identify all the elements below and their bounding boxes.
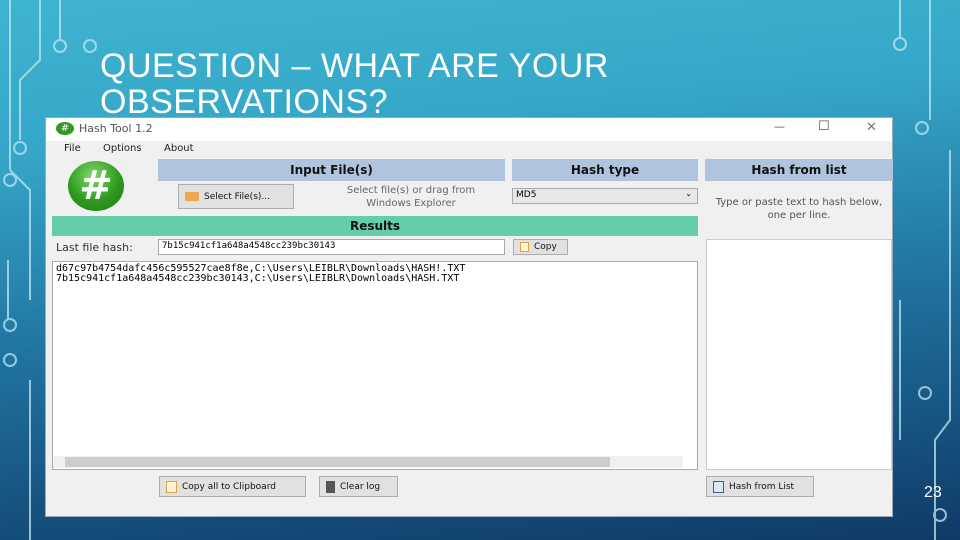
horizontal-scrollbar[interactable]: [53, 456, 683, 468]
list-icon: [713, 480, 724, 493]
input-hint: Select file(s) or drag from Windows Expl…: [346, 185, 476, 209]
close-button[interactable]: ✕: [866, 120, 877, 135]
menu-options[interactable]: Options: [103, 143, 142, 154]
clipboard-icon: [520, 242, 529, 252]
hash-type-header: Hash type: [512, 159, 698, 181]
folder-icon: [185, 192, 199, 201]
results-log[interactable]: d67c97b4754dafc456c595527cae8f8e,C:\User…: [52, 261, 698, 470]
chevron-down-icon: ⌄: [685, 189, 692, 198]
hash-from-list-textarea[interactable]: [706, 239, 892, 470]
copy-all-label: Copy all to Clipboard: [182, 481, 276, 492]
hash-from-list-header: Hash from list: [705, 159, 893, 181]
hash-from-list-hint: Type or paste text to hash below, one pe…: [715, 197, 883, 221]
hash-tool-window: # Hash Tool 1.2 — ☐ ✕ File Options About…: [45, 117, 893, 517]
last-file-hash-field[interactable]: 7b15c941cf1a648a4548cc239bc30143: [158, 239, 505, 255]
hash-from-list-button[interactable]: Hash from List: [706, 476, 814, 497]
scrollbar-thumb[interactable]: [65, 457, 610, 467]
copy-button[interactable]: Copy: [513, 239, 568, 255]
page-number: 23: [924, 484, 942, 501]
title-bar: # Hash Tool 1.2 — ☐ ✕: [46, 118, 892, 141]
clipboard-icon: [166, 480, 177, 493]
minimize-button[interactable]: —: [774, 120, 785, 133]
hash-from-list-label: Hash from List: [729, 481, 795, 492]
maximize-button[interactable]: ☐: [818, 119, 830, 134]
input-files-header: Input File(s): [158, 159, 505, 181]
logo-icon: #: [68, 161, 124, 211]
select-files-button[interactable]: Select File(s)...: [178, 184, 294, 209]
copy-all-button[interactable]: Copy all to Clipboard: [159, 476, 306, 497]
select-files-label: Select File(s)...: [204, 191, 270, 202]
hash-type-value: MD5: [516, 190, 537, 200]
clear-log-button[interactable]: Clear log: [319, 476, 398, 497]
copy-label: Copy: [534, 242, 557, 252]
app-icon: #: [56, 122, 74, 135]
log-line: 7b15c941cf1a648a4548cc239bc30143,C:\User…: [56, 273, 460, 284]
menu-about[interactable]: About: [164, 143, 194, 154]
trash-icon: [326, 480, 335, 493]
results-header: Results: [52, 216, 698, 236]
last-file-hash-label: Last file hash:: [56, 241, 133, 254]
slide-title: QUESTION – WHAT ARE YOUR OBSERVATIONS?: [100, 47, 609, 121]
clear-log-label: Clear log: [340, 481, 381, 492]
menu-file[interactable]: File: [64, 143, 81, 154]
window-title: Hash Tool 1.2: [79, 122, 153, 135]
hash-type-select[interactable]: MD5 ⌄: [512, 188, 698, 204]
